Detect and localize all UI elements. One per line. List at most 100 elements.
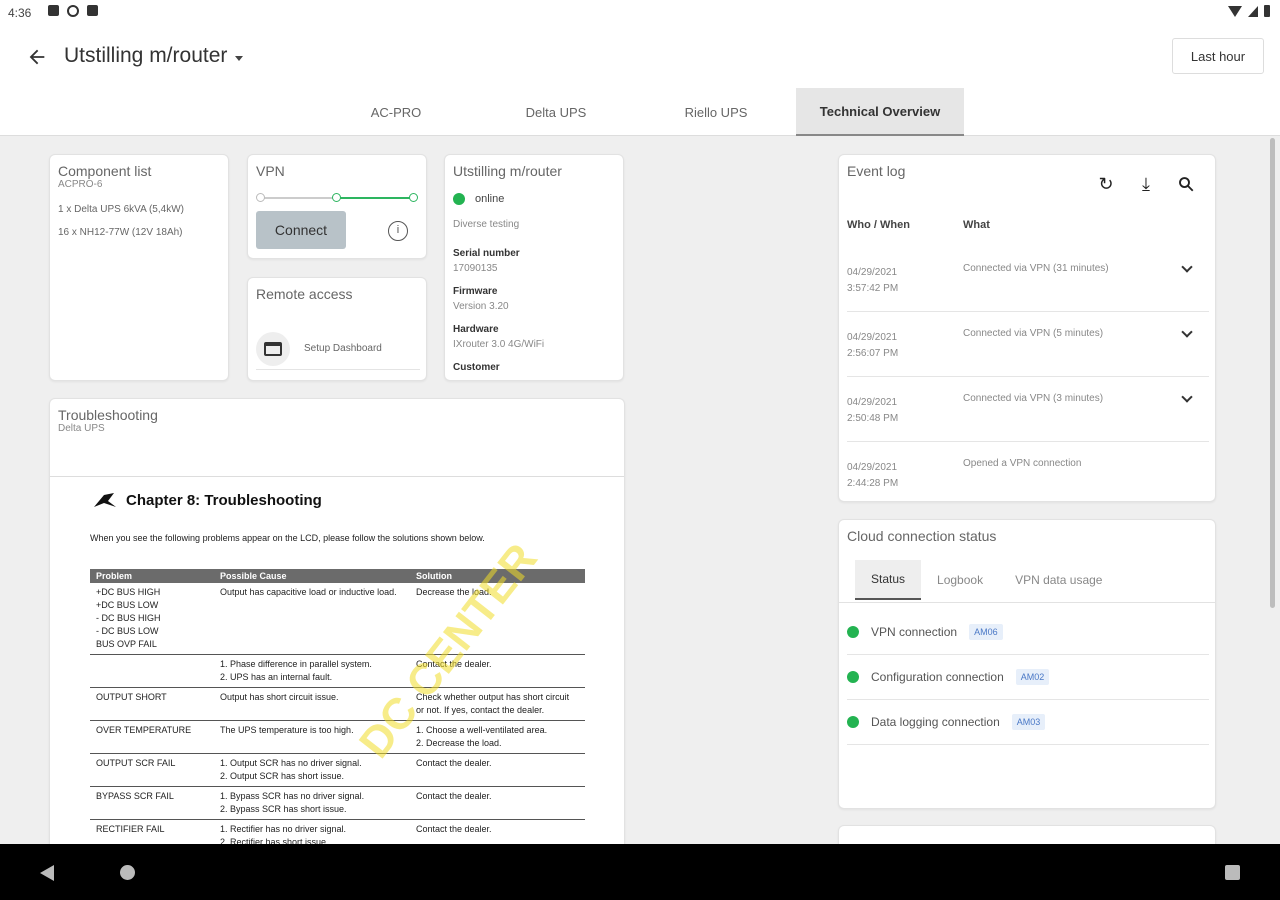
- connection-label: Data logging connection: [871, 715, 1000, 729]
- status-time: 4:36: [8, 6, 32, 20]
- table-cell: Check whether output has short circuit o…: [410, 687, 585, 721]
- event-log-header: Who / When What: [847, 219, 990, 231]
- table-cell: [90, 654, 214, 688]
- table-row: OUTPUT SCR FAIL 1. Output SCR has no driv…: [90, 753, 585, 787]
- remote-access-title: Remote access: [256, 286, 353, 302]
- table-row: OUTPUT SHORT Output has short circuit iss…: [90, 687, 585, 721]
- table-cell: 1. Choose a well-ventilated area. 2. Dec…: [410, 720, 585, 754]
- serial-number-value: 17090135: [453, 263, 498, 274]
- table-row: OVER TEMPERATURE The UPS temperature is t…: [90, 720, 585, 754]
- tab-status[interactable]: Status: [855, 560, 922, 600]
- download-icon[interactable]: ⤓: [1135, 173, 1157, 195]
- table-cell: 1. Phase difference in parallel system. …: [214, 654, 410, 688]
- arrow-back-icon[interactable]: [26, 46, 48, 68]
- page-title: Utstilling m/router: [64, 44, 228, 67]
- router-info-card: Utstilling m/router online Diverse testi…: [444, 154, 624, 381]
- chevron-down-icon[interactable]: [1181, 261, 1193, 273]
- nav-back-icon[interactable]: [40, 865, 54, 881]
- connected-status-icon: [847, 671, 859, 683]
- cloud-connection-title: Cloud connection status: [847, 528, 997, 544]
- table-cell: The UPS temperature is too high.: [214, 720, 410, 754]
- info-icon[interactable]: i: [388, 221, 408, 241]
- troubleshooting-document[interactable]: Chapter 8: Troubleshooting When you see …: [50, 477, 624, 857]
- customer-label: Customer: [453, 362, 500, 373]
- vpn-step-dot: [409, 193, 418, 202]
- system-navigation-bar: [0, 844, 1280, 900]
- document-heading: Chapter 8: Troubleshooting: [90, 489, 586, 511]
- battery-icon: [1264, 5, 1270, 17]
- event-row[interactable]: 04/29/2021 2:50:48 PM Connected via VPN (3…: [847, 377, 1209, 442]
- table-cell: OUTPUT SHORT: [90, 687, 214, 721]
- chevron-down-icon[interactable]: [1181, 391, 1193, 403]
- chevron-down-icon[interactable]: [1181, 326, 1193, 338]
- cloud-tab-bar: Status Logbook VPN data usage: [855, 560, 1118, 600]
- vpn-card: VPN Connect i: [247, 154, 427, 259]
- table-cell: Contact the dealer.: [410, 786, 585, 820]
- document-intro: When you see the following problems appe…: [90, 533, 485, 543]
- event-when: 04/29/2021 2:44:28 PM: [847, 460, 898, 492]
- online-status-icon: [453, 193, 465, 205]
- connection-row: Data logging connection AM03: [847, 700, 1209, 745]
- router-status-text: online: [475, 193, 505, 205]
- router-description: Diverse testing: [453, 219, 520, 230]
- event-row[interactable]: 04/29/2021 3:57:42 PM Connected via VPN (3…: [847, 247, 1209, 312]
- tab-riello-ups[interactable]: Riello UPS: [636, 88, 796, 136]
- column-header: Problem: [90, 569, 214, 583]
- firmware-value: Version 3.20: [453, 301, 509, 312]
- table-cell: 1. Output SCR has no driver signal. 2. O…: [214, 753, 410, 787]
- table-cell: OVER TEMPERATURE: [90, 720, 214, 754]
- table-row: 1. Phase difference in parallel system. …: [90, 654, 585, 688]
- nav-recents-icon[interactable]: [1225, 865, 1240, 880]
- column-header: Solution: [410, 569, 585, 583]
- troubleshooting-subtitle: Delta UPS: [58, 423, 105, 434]
- dashboard-icon: [256, 331, 290, 366]
- event-what: Connected via VPN (3 minutes): [963, 393, 1104, 404]
- what-header: What: [963, 219, 990, 231]
- refresh-icon[interactable]: ↻: [1095, 173, 1117, 195]
- device-selector[interactable]: Utstilling m/router: [64, 44, 244, 68]
- event-date: 04/29/2021: [847, 267, 898, 278]
- connect-button[interactable]: Connect: [256, 211, 346, 249]
- tab-vpn-data-usage[interactable]: VPN data usage: [999, 560, 1118, 600]
- app-bar: Utstilling m/router Last hour AC-PRO Del…: [0, 26, 1280, 136]
- scrollbar[interactable]: [1270, 138, 1275, 608]
- sync-icon: [67, 5, 79, 17]
- notification-icons: [48, 5, 98, 17]
- event-when: 04/29/2021 3:57:42 PM: [847, 265, 898, 297]
- table-cell: Contact the dealer.: [410, 753, 585, 787]
- event-row[interactable]: 04/29/2021 2:56:07 PM Connected via VPN (5…: [847, 312, 1209, 377]
- vpn-step-dot: [256, 193, 265, 202]
- event-time: 2:44:28 PM: [847, 478, 899, 489]
- table-cell: BYPASS SCR FAIL: [90, 786, 214, 820]
- nav-home-icon[interactable]: [120, 865, 135, 880]
- tab-logbook[interactable]: Logbook: [921, 560, 999, 600]
- connection-row: Configuration connection AM02: [847, 655, 1209, 700]
- remote-access-card: Remote access Setup Dashboard: [247, 277, 427, 381]
- notification-icon: [48, 5, 59, 16]
- router-status: online: [453, 193, 615, 205]
- search-icon[interactable]: [1175, 173, 1197, 195]
- signal-icon: [1248, 5, 1258, 17]
- time-range-button[interactable]: Last hour: [1172, 38, 1264, 74]
- table-cell: Output has short circuit issue.: [214, 687, 410, 721]
- connection-row: VPN connection AM06: [847, 610, 1209, 655]
- event-row[interactable]: 04/29/2021 2:44:28 PM Opened a VPN connect…: [847, 442, 1209, 501]
- connection-badge: AM02: [1015, 669, 1050, 685]
- tab-technical-overview[interactable]: Technical Overview: [796, 88, 964, 136]
- tab-ac-pro[interactable]: AC-PRO: [316, 88, 476, 136]
- troubleshooting-title: Troubleshooting: [58, 407, 158, 423]
- hardware-label: Hardware: [453, 324, 499, 335]
- setup-dashboard-button[interactable]: Setup Dashboard: [256, 328, 420, 370]
- tab-bar: AC-PRO Delta UPS Riello UPS Technical Ov…: [316, 88, 964, 136]
- tab-delta-ups[interactable]: Delta UPS: [476, 88, 636, 136]
- component-list-card: Component list ACPRO-6 1 x Delta UPS 6kV…: [49, 154, 229, 381]
- connected-status-icon: [847, 716, 859, 728]
- who-when-header: Who / When: [847, 219, 910, 231]
- table-cell: Output has capacitive load or inductive …: [214, 583, 410, 655]
- setup-dashboard-label: Setup Dashboard: [304, 343, 382, 354]
- column-header: Possible Cause: [214, 569, 410, 583]
- table-cell: +DC BUS HIGH +DC BUS LOW - DC BUS HIGH -…: [90, 583, 214, 655]
- firmware-label: Firmware: [453, 286, 498, 297]
- event-date: 04/29/2021: [847, 332, 898, 343]
- hardware-value: IXrouter 3.0 4G/WiFi: [453, 339, 545, 350]
